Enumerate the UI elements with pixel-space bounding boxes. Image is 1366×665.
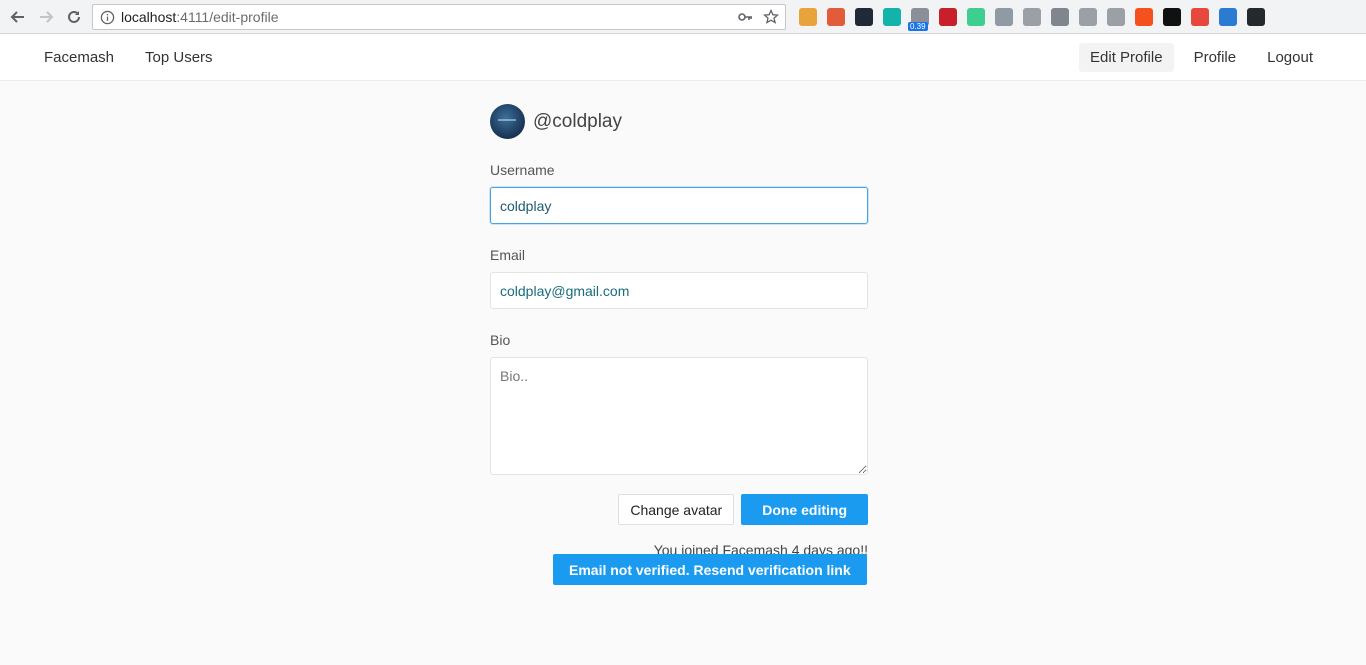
speed-ext-icon[interactable]: 0.39 — [908, 8, 929, 31]
avatar — [490, 104, 525, 139]
bio-textarea[interactable] — [490, 357, 868, 475]
arrow-left-icon — [10, 11, 24, 23]
change-avatar-button[interactable]: Change avatar — [618, 494, 735, 525]
address-bar[interactable]: localhost:4111/edit-profile — [92, 4, 786, 30]
reload-button[interactable] — [62, 5, 86, 29]
target-ext-icon[interactable] — [967, 8, 985, 26]
resend-verification-button[interactable]: Email not verified. Resend verification … — [553, 554, 867, 585]
json-ext-icon[interactable] — [1023, 8, 1041, 26]
lambda-ext-icon[interactable] — [1219, 8, 1237, 26]
yc-ext-icon[interactable] — [1135, 8, 1153, 26]
reload-icon — [68, 10, 80, 23]
browser-toolbar: localhost:4111/edit-profile 0.39 — [0, 0, 1366, 34]
url-text: localhost:4111/edit-profile — [121, 9, 278, 25]
star-icon[interactable] — [763, 9, 779, 25]
asterisk-ext-icon[interactable] — [1191, 8, 1209, 26]
nav-facemash[interactable]: Facemash — [33, 43, 125, 72]
nav-logout[interactable]: Logout — [1256, 43, 1324, 72]
circle-ext-icon[interactable] — [855, 8, 873, 26]
url-host: localhost — [121, 9, 177, 25]
nav-top-users[interactable]: Top Users — [134, 43, 224, 72]
github-ext-icon[interactable] — [1163, 8, 1181, 26]
back-button[interactable] — [6, 5, 30, 29]
vue-ext-icon[interactable] — [995, 8, 1013, 26]
github2-ext-icon[interactable] — [1247, 8, 1265, 26]
app-navbar: Facemash Top Users Edit Profile Profile … — [0, 35, 1366, 81]
q-ext-icon[interactable] — [1051, 8, 1069, 26]
nav-profile[interactable]: Profile — [1183, 43, 1248, 72]
email-label: Email — [490, 247, 526, 263]
edit-profile-form: @coldplay Username Email Bio Change avat… — [490, 104, 868, 585]
box-ext-icon[interactable] — [1079, 8, 1097, 26]
profile-header: @coldplay — [490, 104, 868, 139]
extension-badge: 0.39 — [908, 22, 928, 31]
key-icon[interactable] — [737, 9, 753, 25]
info-icon[interactable] — [100, 10, 115, 25]
extensions-bar: 0.39 — [794, 5, 1270, 31]
arrow-right-icon — [40, 11, 54, 23]
bio-label: Bio — [490, 332, 511, 348]
email-input[interactable] — [490, 272, 868, 309]
forward-button[interactable] — [34, 5, 58, 29]
square-ext-icon[interactable] — [1107, 8, 1125, 26]
username-input[interactable] — [490, 187, 868, 224]
done-editing-button[interactable]: Done editing — [741, 494, 868, 525]
notes-ext-icon[interactable] — [827, 8, 845, 26]
nav-edit-profile[interactable]: Edit Profile — [1079, 43, 1174, 72]
profile-handle: @coldplay — [533, 110, 622, 132]
red-ext-icon[interactable] — [939, 8, 957, 26]
m-ext-icon[interactable] — [883, 8, 901, 26]
url-path: :4111/edit-profile — [176, 9, 279, 25]
flag-ext-icon[interactable] — [799, 8, 817, 26]
username-label: Username — [490, 162, 555, 178]
